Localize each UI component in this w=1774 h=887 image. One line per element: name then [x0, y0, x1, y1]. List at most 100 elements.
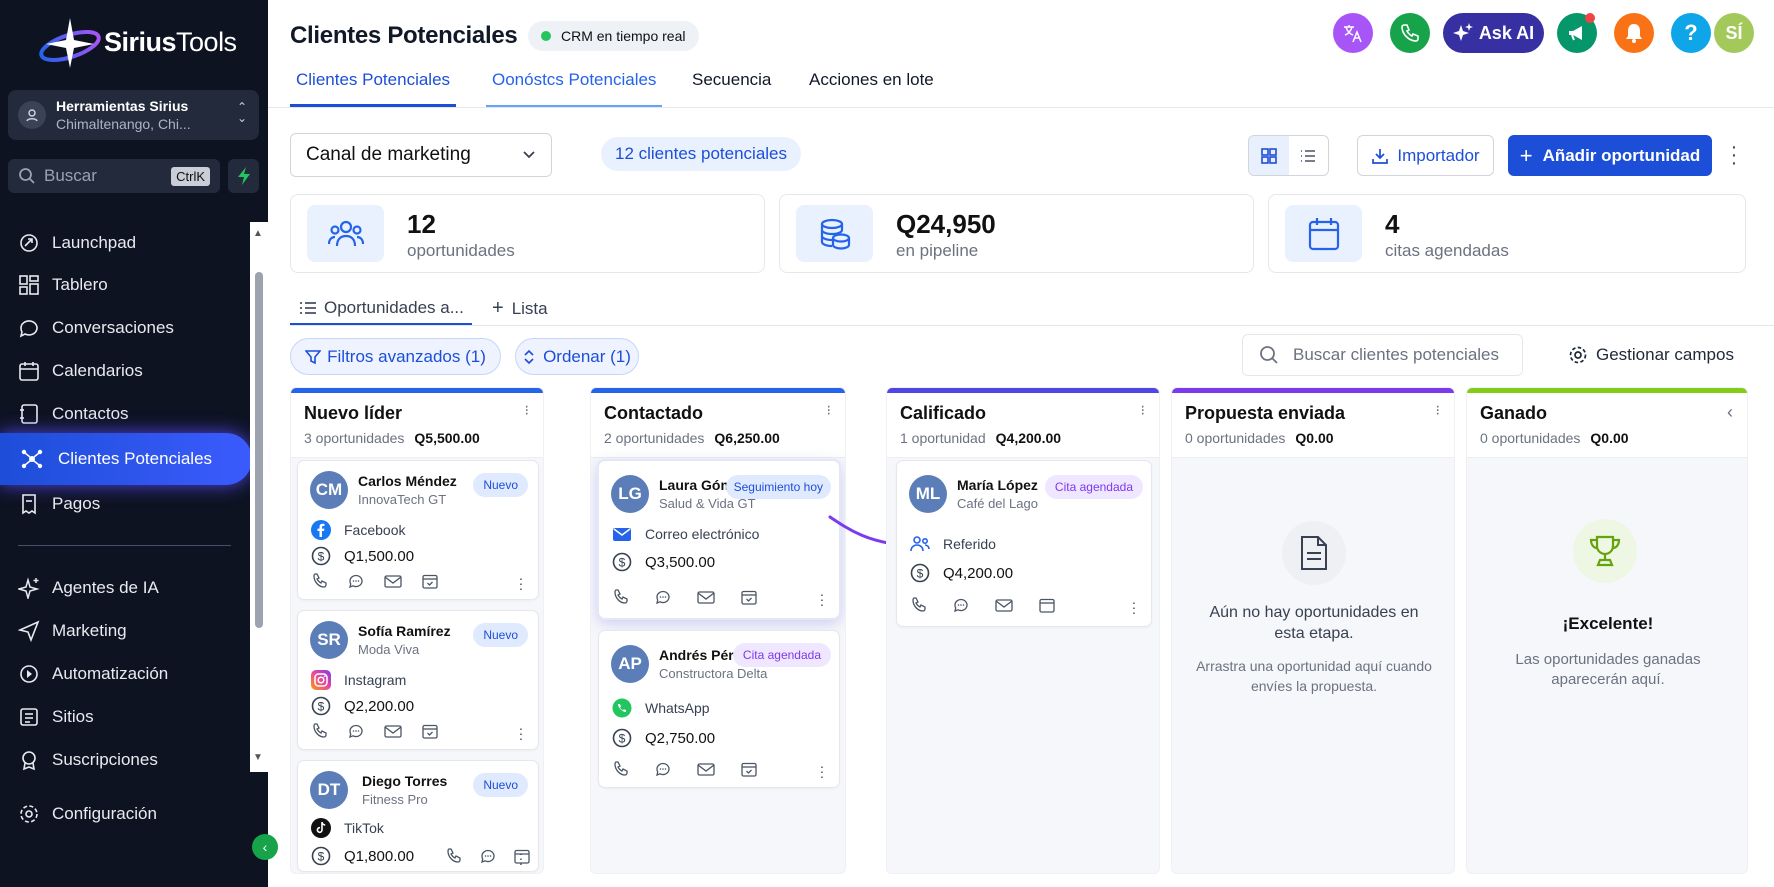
ask-ai-label: Ask AI: [1478, 22, 1535, 43]
column-menu-icon[interactable]: ⁝: [827, 402, 831, 419]
brand-logo[interactable]: SiriusTools: [36, 14, 237, 70]
lead-card[interactable]: AP Andrés Pérez Constructora Delta Cita …: [598, 630, 840, 788]
sidebar-item-sitios[interactable]: Sitios: [18, 703, 94, 731]
quick-action-button[interactable]: [228, 159, 259, 193]
translate-button[interactable]: [1333, 13, 1373, 53]
view-tabs: Oportunidades a... + Lista: [290, 284, 1774, 326]
rocket-icon: [20, 234, 38, 252]
tab-secuencia[interactable]: Secuencia: [686, 70, 777, 107]
message-icon[interactable]: [655, 589, 671, 605]
tab-acciones-en-lote[interactable]: Acciones en lote: [803, 70, 940, 107]
column-menu-icon[interactable]: ⁝: [1141, 402, 1145, 419]
message-icon[interactable]: [348, 723, 364, 739]
phone-button[interactable]: [1390, 13, 1430, 53]
call-icon[interactable]: [911, 597, 927, 613]
sidebar-item-label: Pagos: [52, 494, 101, 513]
calendar-icon[interactable]: [422, 573, 438, 589]
calendar-icon[interactable]: [741, 761, 757, 777]
sidebar-item-clientes-potenciales[interactable]: Clientes Potenciales: [0, 433, 252, 485]
avatar[interactable]: SÍ: [1714, 13, 1754, 53]
sidebar-item-calendarios[interactable]: Calendarios: [18, 357, 143, 385]
sidebar-item-pagos[interactable]: Pagos: [18, 490, 100, 518]
avatar: SR: [310, 621, 348, 659]
sidebar-item-agentes-ia[interactable]: Agentes de IA: [18, 574, 159, 602]
announcements-button[interactable]: [1557, 13, 1597, 53]
column-menu-icon[interactable]: ⁝: [1436, 402, 1440, 419]
stat-value: 4: [1385, 209, 1400, 239]
sidebar-item-marketing[interactable]: Marketing: [18, 617, 127, 645]
add-list-tab[interactable]: + Lista: [492, 292, 548, 325]
sidebar-item-label: Conversaciones: [52, 318, 174, 337]
card-menu-icon[interactable]: · · ·: [1131, 595, 1137, 619]
card-menu-icon[interactable]: · · ·: [518, 571, 524, 595]
card-menu-icon[interactable]: · · ·: [819, 587, 825, 611]
call-icon[interactable]: [312, 723, 328, 739]
sidebar-item-automatizacion[interactable]: Automatización: [18, 660, 168, 688]
avatar-initials: SÍ: [1725, 22, 1743, 43]
notifications-button[interactable]: [1614, 13, 1654, 53]
call-icon[interactable]: [446, 848, 462, 864]
lead-card[interactable]: LG Laura Gómez Salud & Vida GT Seguimien…: [598, 460, 840, 619]
calendar-icon[interactable]: [741, 589, 757, 605]
account-switcher[interactable]: Herramientas Sirius Chimaltenango, Chi..…: [8, 90, 259, 140]
card-menu-icon[interactable]: · · ·: [518, 721, 524, 745]
card-menu-icon[interactable]: · · ·: [819, 759, 825, 783]
sidebar-item-contactos[interactable]: Contactos: [18, 400, 129, 428]
instagram-icon: [310, 669, 332, 691]
ask-ai-button[interactable]: Ask AI: [1443, 13, 1544, 53]
svg-text:$: $: [318, 550, 325, 564]
calendar-icon[interactable]: [422, 723, 438, 739]
tab-oonostcs-potenciales[interactable]: Oonóstcs Potenciales: [486, 70, 663, 107]
advanced-filters-button[interactable]: Filtros avanzados (1): [290, 338, 501, 375]
sidebar-item-launchpad[interactable]: Launchpad: [18, 229, 136, 257]
sidebar-item-label: Contactos: [52, 404, 129, 423]
sidebar-item-tablero[interactable]: Tablero: [18, 271, 108, 299]
column-total: Q6,250.00: [714, 430, 780, 446]
list-view-button[interactable]: [1289, 136, 1329, 175]
sidebar-item-conversaciones[interactable]: Conversaciones: [18, 314, 174, 342]
lead-card[interactable]: DT Diego Torres Fitness Pro Nuevo TikTok…: [297, 760, 539, 872]
sidebar-search[interactable]: Buscar CtrlK: [8, 159, 220, 193]
manage-fields-button[interactable]: Gestionar campos: [1568, 334, 1734, 376]
help-button[interactable]: ?: [1671, 13, 1711, 53]
tab-bar: Clientes Potenciales Oonóstcs Potenciale…: [268, 60, 1774, 108]
message-icon[interactable]: [953, 597, 969, 613]
email-icon[interactable]: [995, 597, 1013, 613]
sidebar-item-suscripciones[interactable]: Suscripciones: [18, 746, 158, 774]
lead-card[interactable]: ML María López Café del Lago Cita agenda…: [896, 460, 1152, 627]
message-icon[interactable]: [348, 573, 364, 589]
column-count: 3 oportunidades: [304, 430, 405, 446]
lead-card[interactable]: CM Carlos Méndez InnovaTech GT Nuevo Fac…: [297, 460, 539, 600]
message-icon[interactable]: [655, 761, 671, 777]
add-opportunity-button[interactable]: + Añadir oportunidad: [1508, 135, 1712, 176]
scroll-down-icon[interactable]: ▼: [253, 752, 263, 763]
tab-clientes-potenciales[interactable]: Clientes Potenciales: [290, 70, 457, 107]
email-icon[interactable]: [384, 723, 402, 739]
tab-opportunities-label: Oportunidades a...: [324, 297, 464, 317]
message-icon[interactable]: [480, 848, 496, 864]
importer-button[interactable]: Importador: [1357, 135, 1494, 176]
scroll-up-icon[interactable]: ▲: [253, 228, 263, 239]
scrollbar-thumb[interactable]: [255, 272, 263, 628]
leads-search-input[interactable]: Buscar clientes potenciales: [1242, 334, 1523, 376]
tab-opportunities-view[interactable]: Oportunidades a...: [290, 292, 472, 325]
email-icon[interactable]: [697, 761, 715, 777]
chevron-left-icon[interactable]: ‹: [1727, 402, 1733, 423]
card-menu-icon[interactable]: · · ·: [518, 846, 524, 870]
grid-view-button[interactable]: [1249, 136, 1289, 175]
more-options-icon[interactable]: · · ·: [1730, 137, 1738, 173]
sort-button[interactable]: Ordenar (1): [515, 338, 639, 375]
lead-amount: Q1,800.00: [344, 847, 415, 865]
plus-icon: +: [1519, 142, 1533, 168]
call-icon[interactable]: [613, 589, 629, 605]
calendar-icon[interactable]: [1039, 597, 1055, 613]
column-color-bar: [291, 388, 543, 393]
email-icon[interactable]: [384, 573, 402, 589]
lead-card[interactable]: SR Sofía Ramírez Moda Viva Nuevo Instagr…: [297, 610, 539, 750]
sidebar-item-configuracion[interactable]: Configuración: [18, 800, 157, 828]
call-icon[interactable]: [312, 573, 328, 589]
call-icon[interactable]: [613, 761, 629, 777]
column-menu-icon[interactable]: ⁝: [525, 402, 529, 419]
email-icon[interactable]: [697, 589, 715, 605]
pipeline-select[interactable]: Canal de marketing: [290, 133, 552, 177]
